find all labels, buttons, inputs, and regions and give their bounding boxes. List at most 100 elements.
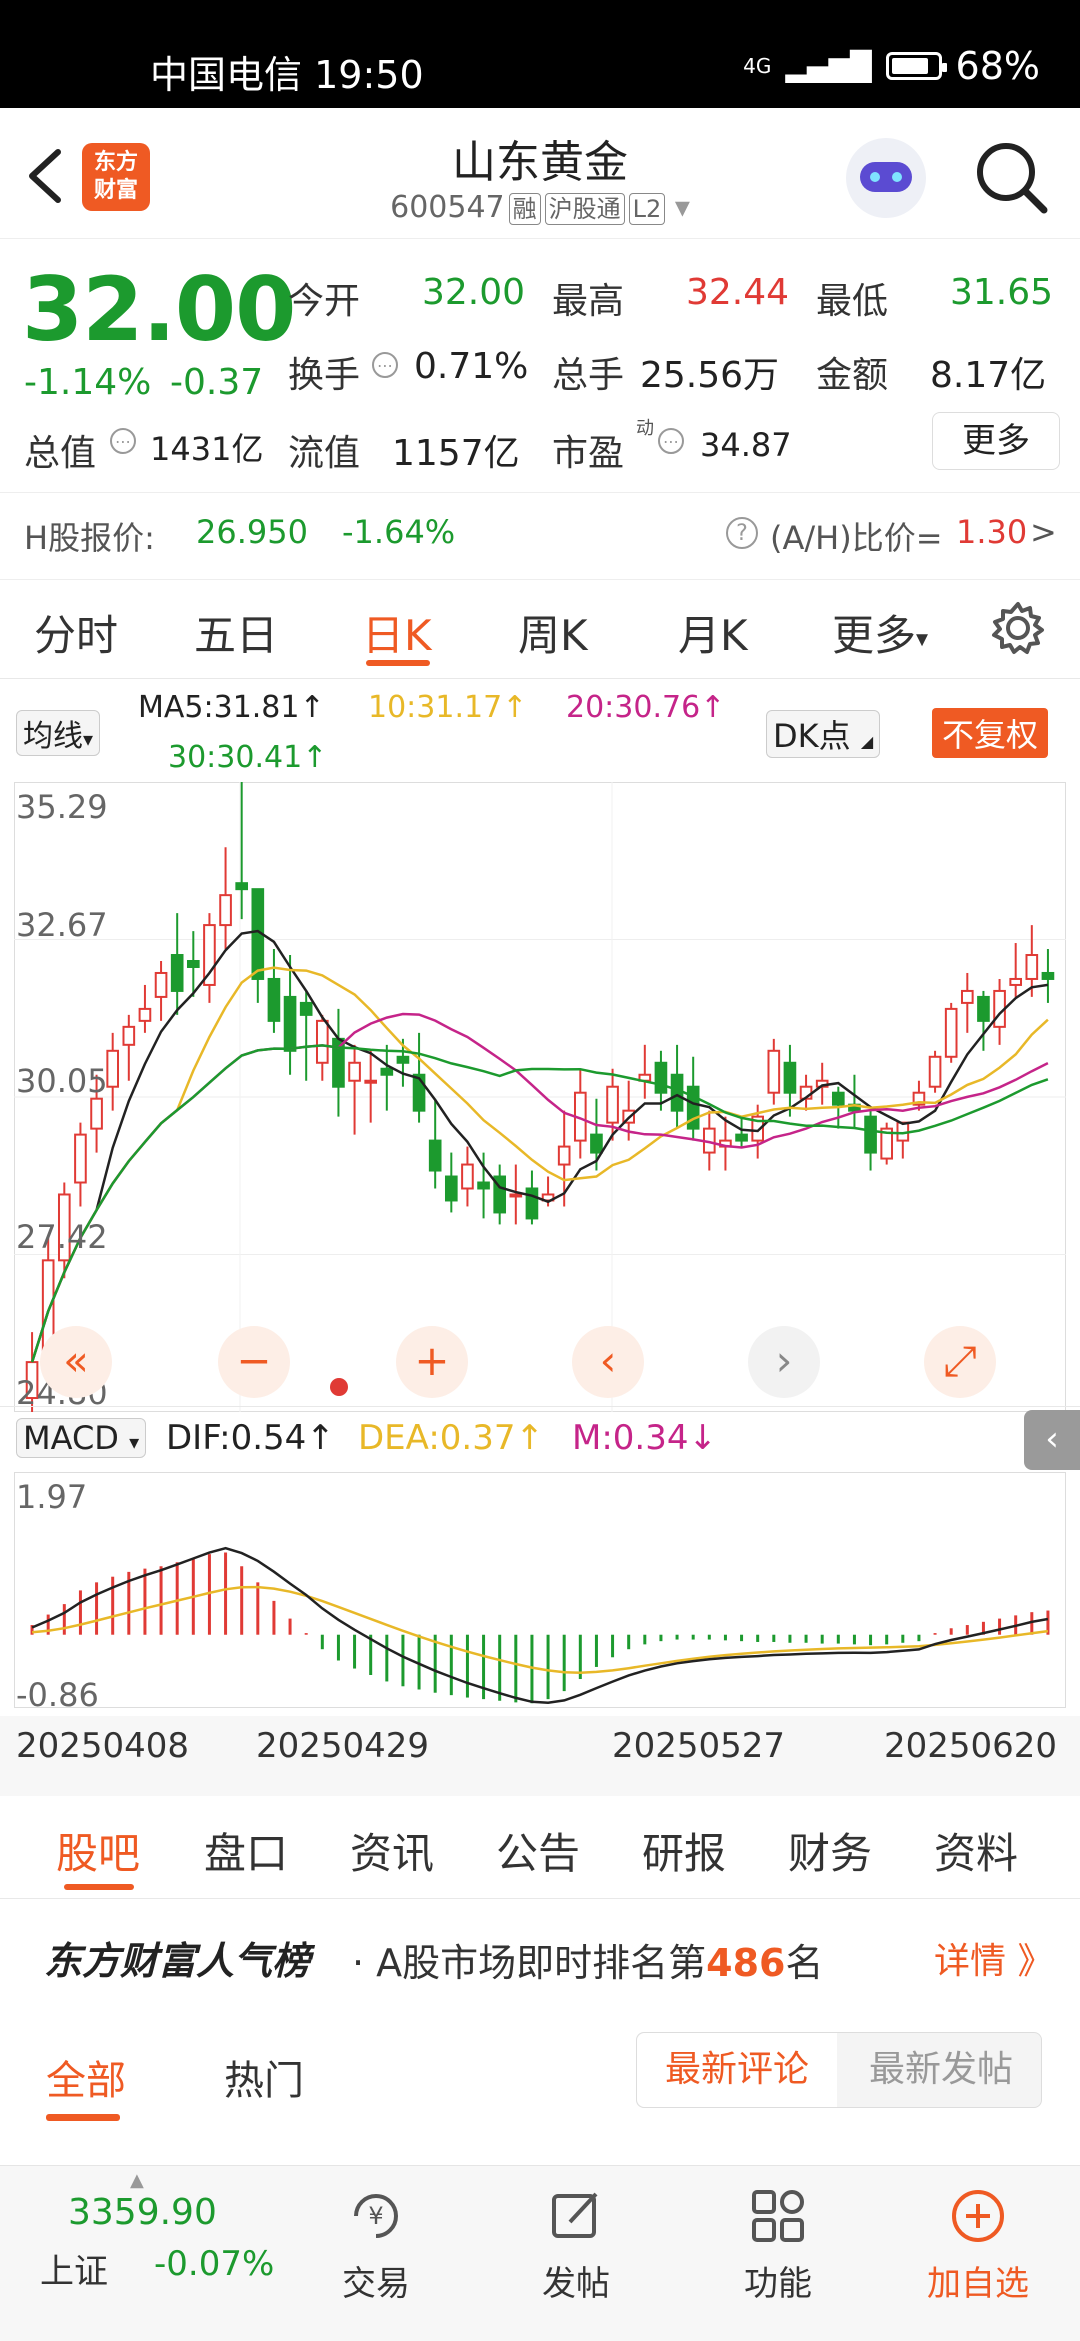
ma5-label: MA5:31.81↑ (138, 690, 325, 725)
candle-body (735, 1133, 748, 1142)
filter-hot[interactable]: 热门 (224, 2048, 304, 2106)
tab-finance[interactable]: 财务 (788, 1820, 872, 1881)
index-pct[interactable]: -0.07% (154, 2244, 274, 2284)
step-right-button[interactable]: › (748, 1326, 820, 1398)
tab-news[interactable]: 资讯 (350, 1820, 434, 1881)
stock-code: 600547 (390, 190, 505, 225)
candle-body (960, 989, 974, 1004)
divider (0, 678, 1080, 679)
amount-value: 8.17亿 (930, 355, 1047, 396)
candlestick-chart[interactable] (14, 782, 1066, 1412)
sort-latest-post[interactable]: 最新发帖 (841, 2033, 1041, 2107)
settings-gear-icon[interactable] (990, 600, 1046, 656)
index-name[interactable]: 上证 (40, 2244, 108, 2293)
sort-latest-comment[interactable]: 最新评论 (637, 2033, 837, 2107)
index-value[interactable]: 3359.90 (68, 2192, 217, 2233)
dif-line (31, 1546, 1049, 1704)
tab-guba[interactable]: 股吧 (56, 1820, 140, 1881)
candle-body (509, 1193, 523, 1198)
rank-detail-link[interactable]: 详情 》 (934, 1932, 1053, 1984)
info-icon[interactable]: ⋯ (658, 428, 684, 454)
low-label: 最低 (816, 281, 889, 322)
signal-icon: ▂▄▆█ (785, 49, 872, 83)
candle-body (138, 1007, 152, 1022)
volume-value: 25.56万 (640, 355, 780, 396)
macd-chart[interactable] (14, 1472, 1066, 1708)
candle-body (461, 1163, 474, 1190)
carrier: 中国电信 (150, 53, 303, 97)
tab-intraday[interactable]: 分时 (34, 602, 118, 663)
tab-monthly-k[interactable]: 月K (678, 602, 748, 663)
h-share-row[interactable]: H股报价: 26.950 -1.64% ? (A/H)比价= 1.30 > (0, 492, 1080, 580)
float-value: 1157亿 (392, 433, 520, 474)
filter-all[interactable]: 全部 (46, 2048, 126, 2106)
zoom-in-button[interactable]: + (396, 1326, 468, 1398)
candle-body (219, 894, 232, 927)
candle-body (444, 1175, 458, 1202)
step-left-button[interactable]: ‹ (572, 1326, 644, 1398)
chevron-right-icon: > (1030, 513, 1057, 551)
pe-dynamic-mark: 动 (636, 418, 654, 439)
fullscreen-button[interactable]: ⤢ (924, 1326, 996, 1398)
zoom-out-button[interactable]: − (218, 1326, 290, 1398)
collapse-panel-button[interactable]: ‹ (1024, 1410, 1080, 1470)
dk-point-selector[interactable]: DK点 ◢ (766, 710, 881, 758)
candle-body (783, 1061, 797, 1094)
indicator-selector[interactable]: MACD ▾ (16, 1418, 147, 1458)
status-bar: 中国电信 19:50 4G ▂▄▆█ 68% (0, 0, 1080, 108)
info-icon[interactable]: ⋯ (372, 352, 398, 378)
candle-body (235, 882, 249, 891)
tab-five-day[interactable]: 五日 (194, 602, 278, 663)
nav-add-watchlist[interactable]: 加自选 (908, 2166, 1048, 2305)
x-label-2: 20250429 (256, 1726, 430, 1766)
more-button[interactable]: 更多 (932, 412, 1060, 470)
tab-announcements[interactable]: 公告 (496, 1820, 580, 1881)
candle-body (557, 1145, 571, 1166)
robot-assistant-icon[interactable] (846, 138, 926, 218)
tab-weekly-k[interactable]: 周K (518, 602, 588, 663)
candle-body (525, 1187, 539, 1220)
candle-body (396, 1055, 410, 1064)
scroll-left-icon[interactable]: « (40, 1326, 112, 1398)
stock-header: 东方 财富 山东黄金 600547 融沪股通 L2 ▾ (0, 108, 1080, 239)
tab-active-indicator (366, 660, 430, 666)
candle-body (380, 1067, 394, 1076)
ma10-line (30, 966, 1049, 1363)
x-label-3: 20250527 (612, 1726, 786, 1766)
ma10-label: 10:31.17↑ (368, 690, 528, 725)
marker-dot (330, 1378, 348, 1396)
dropdown-icon: ▾ (674, 190, 690, 225)
yen-refresh-icon: ¥ (354, 2194, 398, 2238)
tab-more[interactable]: 更多▾ (832, 602, 928, 663)
battery-level: 68% (955, 44, 1040, 88)
tab-research[interactable]: 研报 (642, 1820, 726, 1881)
candle-body (154, 971, 168, 998)
ma-selector[interactable]: 均线▾ (16, 710, 101, 756)
tab-profile[interactable]: 资料 (934, 1820, 1018, 1881)
candle-body (170, 954, 184, 992)
candle-body (186, 960, 200, 968)
info-icon[interactable]: ⋯ (110, 428, 136, 454)
open-value: 32.00 (422, 272, 526, 313)
tab-pankou[interactable]: 盘口 (204, 1820, 288, 1881)
adjust-toggle-button[interactable]: 不复权 (932, 708, 1049, 758)
ma5-line (30, 929, 1049, 1363)
nav-trade[interactable]: ¥ 交易 (306, 2166, 446, 2305)
popularity-rank-title: 东方财富人气榜 (44, 1939, 311, 1983)
search-icon[interactable] (974, 140, 1050, 216)
candle-body (1009, 977, 1023, 986)
candle-body (106, 1049, 120, 1088)
ma20-label: 20:30.76↑ (566, 690, 726, 725)
nav-functions[interactable]: 功能 (708, 2166, 848, 2305)
svg-text:¥: ¥ (368, 2202, 383, 2230)
rank-text: · A股市场即时排名第 (352, 1941, 707, 1985)
y-tick-2: 32.67 (16, 906, 108, 944)
tab-daily-k[interactable]: 日K (362, 602, 432, 663)
clock: 19:50 (314, 53, 424, 97)
candle-body (831, 1091, 845, 1106)
candle-body (348, 1061, 361, 1082)
nav-post[interactable]: 发帖 (506, 2166, 646, 2305)
change-amount: -0.37 (170, 362, 264, 403)
macd-frame (14, 1472, 1066, 1708)
turnover-value: 0.71% (414, 346, 529, 387)
